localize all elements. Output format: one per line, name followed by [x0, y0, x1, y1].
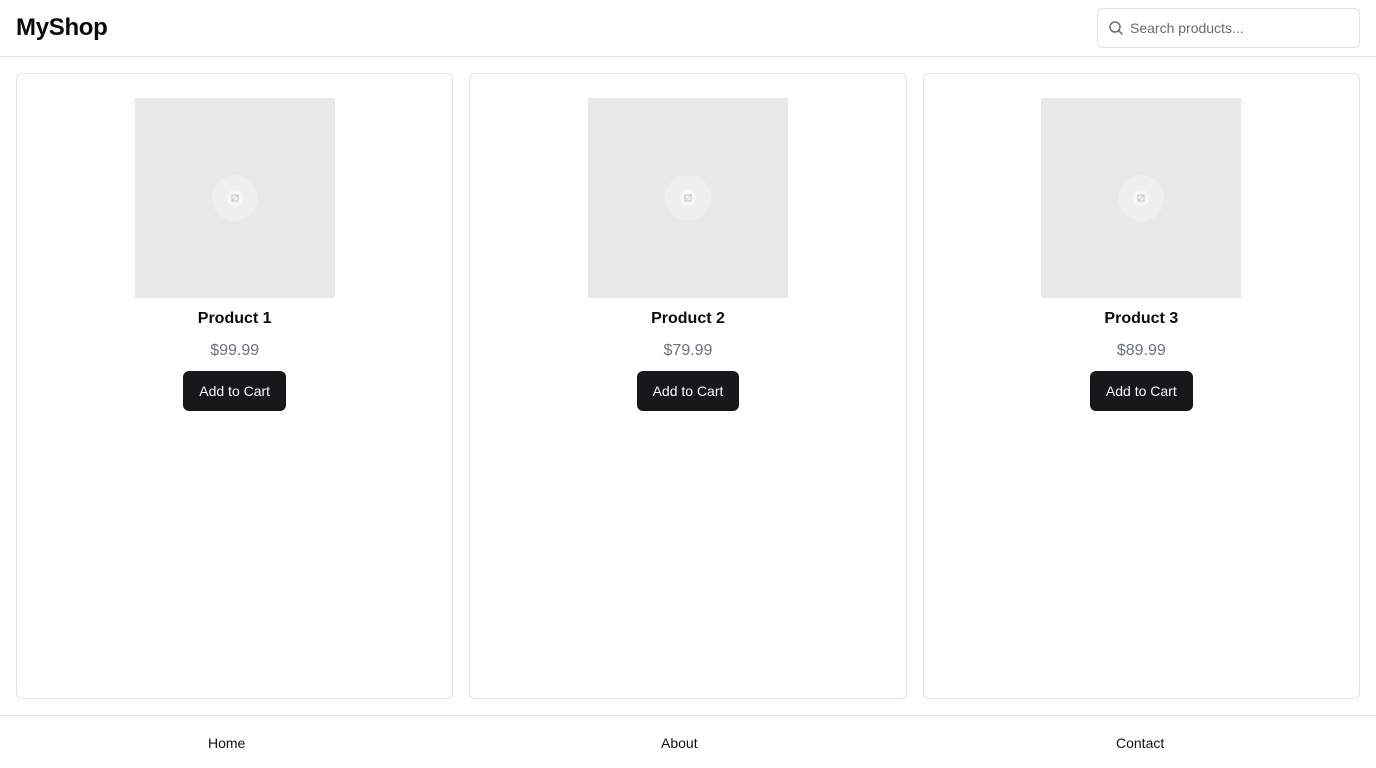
product-price: $99.99	[210, 342, 260, 359]
site-header: MyShop	[0, 0, 1376, 57]
product-name: Product 1	[197, 310, 272, 327]
search-icon	[1109, 21, 1123, 35]
image-placeholder-icon	[1118, 175, 1165, 221]
add-to-cart-button[interactable]: Add to Cart	[183, 371, 287, 411]
product-card: Product 3 $89.99 Add to Cart	[922, 73, 1360, 699]
product-card: Product 1 $99.99 Add to Cart	[16, 73, 454, 699]
product-image	[1041, 98, 1242, 298]
add-to-cart-button[interactable]: Add to Cart	[1089, 371, 1193, 411]
product-name: Product 2	[651, 310, 725, 327]
footer-link-home[interactable]: Home	[208, 734, 245, 752]
product-image	[587, 98, 788, 298]
product-card: Product 2 $79.99 Add to Cart	[469, 73, 907, 699]
site-footer: Home About Contact	[0, 715, 1376, 768]
product-grid: Product 1 $99.99 Add to Cart Product 2 $…	[16, 73, 1360, 699]
search-box[interactable]	[1097, 8, 1360, 48]
footer-link-contact[interactable]: Contact	[1116, 734, 1164, 752]
shop-logo[interactable]: MyShop	[16, 12, 108, 44]
footer-link-about[interactable]: About	[661, 734, 698, 752]
image-placeholder-icon	[211, 175, 258, 221]
add-to-cart-button[interactable]: Add to Cart	[636, 371, 740, 411]
product-name: Product 3	[1104, 310, 1179, 327]
product-price: $79.99	[663, 342, 713, 359]
product-image	[134, 98, 335, 298]
image-placeholder-icon	[664, 175, 711, 221]
search-input[interactable]	[1130, 9, 1354, 47]
product-price: $89.99	[1116, 342, 1166, 359]
